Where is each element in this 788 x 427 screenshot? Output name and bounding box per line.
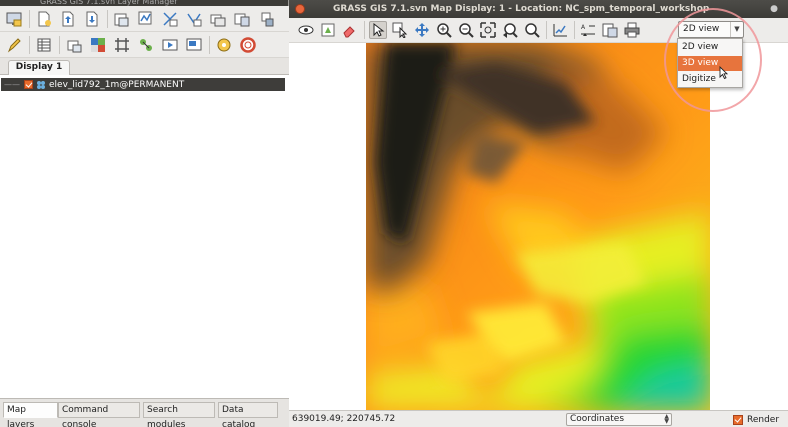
layer-manager-toolbar-top: [0, 6, 289, 32]
view-option-digitize[interactable]: Digitize: [678, 72, 742, 87]
add-overlay-icon[interactable]: [232, 9, 252, 29]
settings-icon[interactable]: [214, 35, 234, 55]
toolbar-separator: [107, 9, 108, 28]
render-checkbox[interactable]: [733, 414, 743, 425]
open-workspace-icon[interactable]: [58, 9, 78, 29]
map-canvas[interactable]: [289, 43, 788, 410]
toolbar-separator: [364, 21, 365, 39]
toolbar-separator: [574, 21, 575, 39]
new-display-icon[interactable]: [4, 9, 24, 29]
tab-map-layers[interactable]: Map layers: [3, 402, 58, 427]
view-option-3d[interactable]: 3D view: [678, 56, 742, 71]
map-display-statusbar: 639019.49; 220745.72 Coordinates ▲ ▼ Rend…: [289, 410, 788, 427]
zoom-menu-icon[interactable]: [523, 21, 541, 39]
zoom-out-icon[interactable]: [457, 21, 475, 39]
updown-arrow-icon: ▲ ▼: [664, 413, 669, 425]
save-workspace-icon[interactable]: [82, 9, 102, 29]
tab-command-console[interactable]: Command console: [58, 402, 140, 427]
display-map-icon[interactable]: [297, 21, 315, 39]
view-mode-select[interactable]: 2D view ▼: [678, 21, 744, 38]
add-vector-icon[interactable]: [136, 9, 156, 29]
svg-text:A: A: [581, 24, 586, 31]
add-multiple-raster-icon[interactable]: [160, 9, 180, 29]
layer-tree-row[interactable]: —— elev_lid792_1m@PERMANENT: [1, 78, 285, 91]
zoom-in-icon[interactable]: [435, 21, 453, 39]
layer-manager-toolbar-bottom: [0, 32, 289, 58]
tab-search-modules[interactable]: Search modules: [143, 402, 215, 427]
statusbar-mode-select[interactable]: Coordinates ▲ ▼: [566, 413, 672, 426]
analyze-icon[interactable]: [551, 21, 569, 39]
erase-icon[interactable]: [341, 21, 359, 39]
import-raster-icon[interactable]: [64, 35, 84, 55]
render-label: Render: [747, 414, 780, 425]
layer-manager-window: GRASS GIS 7.1.svn Layer Manager Display …: [0, 0, 289, 427]
add-group-icon[interactable]: [208, 9, 228, 29]
layer-name: elev_lid792_1m@PERMANENT: [49, 79, 185, 90]
add-rgb-icon[interactable]: [256, 9, 276, 29]
grid-icon[interactable]: [112, 35, 132, 55]
toolbar-separator: [209, 35, 210, 54]
toolbar-separator: [546, 21, 547, 39]
view-option-2d[interactable]: 2D view: [678, 40, 742, 55]
print-icon[interactable]: [623, 21, 641, 39]
attribute-table-icon[interactable]: [34, 35, 54, 55]
digitize-icon[interactable]: [4, 35, 24, 55]
layer-tree: —— elev_lid792_1m@PERMANENT: [0, 75, 289, 398]
view-mode-dropdown: 2D view 3D view Digitize: [677, 38, 743, 88]
coordinates-readout: 639019.49; 220745.72: [292, 414, 396, 424]
mouse-pointer-icon: [719, 66, 729, 80]
add-decoration-icon[interactable]: A: [579, 21, 597, 39]
select-icon[interactable]: [391, 21, 409, 39]
toolbar-separator: [59, 35, 60, 54]
georectify-icon[interactable]: [88, 35, 108, 55]
save-image-icon[interactable]: [601, 21, 619, 39]
tab-data-catalog[interactable]: Data catalog: [218, 402, 278, 427]
graphical-modeler-icon[interactable]: [136, 35, 156, 55]
pan-icon[interactable]: [413, 21, 431, 39]
elevation-raster-map[interactable]: [366, 43, 710, 410]
add-decoration-grid-icon[interactable]: [184, 35, 204, 55]
layer-visibility-checkbox[interactable]: [24, 80, 33, 89]
window-menu-icon[interactable]: ●: [770, 0, 778, 18]
zoom-extent-icon[interactable]: [479, 21, 497, 39]
help-icon[interactable]: [238, 35, 258, 55]
tab-display-1[interactable]: Display 1: [8, 60, 70, 75]
render-toggle[interactable]: Render: [733, 413, 779, 426]
map-display-titlebar: GRASS GIS 7.1.svn Map Display: 1 - Locat…: [289, 0, 788, 32]
toolbar-separator: [29, 35, 30, 54]
bottom-notebook-tabs: Map layers Command console Search module…: [0, 398, 289, 427]
animation-icon[interactable]: [160, 35, 180, 55]
add-raster-icon[interactable]: [112, 9, 132, 29]
raster-layer-icon: [36, 80, 46, 90]
toolbar-separator: [29, 9, 30, 28]
statusbar-mode-value: Coordinates: [570, 414, 625, 424]
display-tab-bar: Display 1: [0, 58, 289, 75]
close-window-icon[interactable]: [295, 4, 305, 14]
pointer-icon[interactable]: [369, 21, 387, 39]
zoom-back-icon[interactable]: [501, 21, 519, 39]
tree-connector: ——: [4, 80, 20, 89]
view-mode-value: 2D view: [683, 24, 720, 34]
chevron-down-icon: ▼: [730, 22, 743, 37]
add-multiple-vector-icon[interactable]: [184, 9, 204, 29]
map-display-window: GRASS GIS 7.1.svn Map Display: 1 - Locat…: [289, 0, 788, 427]
new-workspace-icon[interactable]: [34, 9, 54, 29]
render-map-icon[interactable]: [319, 21, 337, 39]
